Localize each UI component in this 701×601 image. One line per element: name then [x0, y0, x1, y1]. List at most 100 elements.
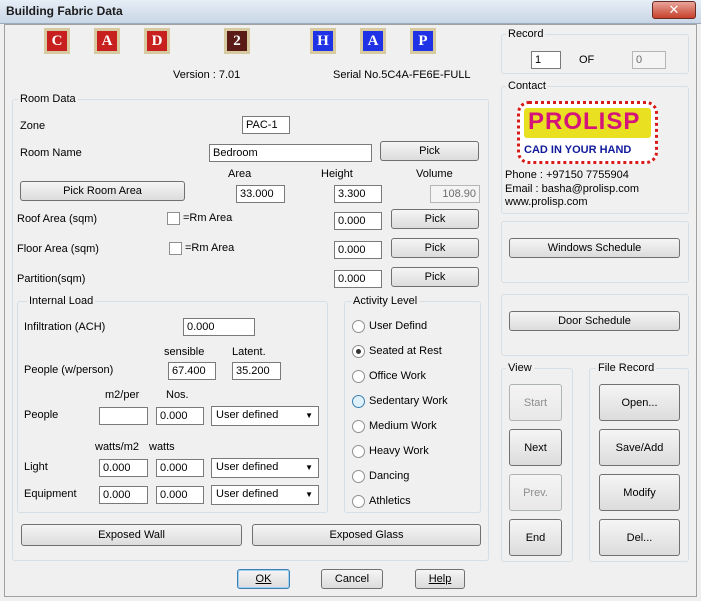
activity-label-sedentary-work: Sedentary Work: [369, 395, 448, 407]
nos-label: Nos.: [166, 389, 189, 401]
chevron-down-icon: ▼: [305, 463, 313, 472]
sensible-field[interactable]: 67.400: [168, 362, 216, 380]
logo-letter-2: 2: [224, 28, 250, 54]
ok-button-label: OK: [255, 573, 272, 585]
activity-radio-heavy-work[interactable]: [352, 445, 365, 458]
zone-field[interactable]: PAC-1: [242, 116, 290, 134]
start-button[interactable]: Start: [509, 384, 562, 421]
roof-pick-button[interactable]: Pick: [391, 209, 479, 229]
equipment-type-value: User defined: [216, 488, 279, 500]
infiltration-label: Infiltration (ACH): [24, 321, 106, 333]
logo-letter-c: C: [44, 28, 70, 54]
exposed-wall-button[interactable]: Exposed Wall: [21, 524, 242, 546]
activity-radio-medium-work[interactable]: [352, 420, 365, 433]
next-button[interactable]: Next: [509, 429, 562, 466]
prolisp-logo-text: PROLISP: [528, 108, 641, 135]
window-title: Building Fabric Data: [6, 4, 123, 18]
contact-email: Email : basha@prolisp.com: [505, 183, 640, 195]
area-label: Area: [228, 168, 252, 180]
partition-pick-button[interactable]: Pick: [391, 267, 479, 287]
pick-room-area-button[interactable]: Pick Room Area: [20, 181, 185, 201]
modify-button[interactable]: Modify: [599, 474, 680, 511]
latent-field[interactable]: 35.200: [232, 362, 281, 380]
contact-title: Contact: [506, 80, 548, 92]
door-schedule-button[interactable]: Door Schedule: [509, 311, 680, 331]
light-type-value: User defined: [216, 461, 279, 473]
help-button-label: Help: [428, 573, 452, 585]
version-label: Version : 7.01: [173, 69, 241, 81]
people-wperson-label: People (w/person): [24, 364, 114, 376]
logo-letter-a: A: [94, 28, 120, 54]
activity-level-group: [344, 301, 481, 513]
ok-button[interactable]: OK: [237, 569, 290, 589]
floor-area-label: Floor Area (sqm): [17, 243, 99, 255]
exposed-glass-button[interactable]: Exposed Glass: [252, 524, 481, 546]
activity-label-seated-at-rest: Seated at Rest: [369, 345, 442, 357]
people-type-value: User defined: [216, 409, 279, 421]
floor-rm-area-label: =Rm Area: [185, 242, 235, 254]
end-button[interactable]: End: [509, 519, 562, 556]
room-name-label: Room Name: [20, 147, 82, 159]
delete-button[interactable]: Del...: [599, 519, 680, 556]
activity-radio-dancing[interactable]: [352, 470, 365, 483]
equipment-type-dropdown[interactable]: User defined ▼: [211, 485, 319, 505]
people-nos-field[interactable]: 0.000: [156, 407, 204, 425]
windows-schedule-button[interactable]: Windows Schedule: [509, 238, 680, 258]
internal-load-title: Internal Load: [27, 295, 96, 307]
room-name-pick-button[interactable]: Pick: [380, 141, 479, 161]
area-field[interactable]: 33.000: [236, 185, 285, 203]
floor-pick-button[interactable]: Pick: [391, 238, 479, 258]
record-title: Record: [506, 28, 546, 40]
roof-area-label: Roof Area (sqm): [17, 213, 98, 225]
record-current-field[interactable]: 1: [531, 51, 561, 69]
chevron-down-icon: ▼: [305, 411, 313, 420]
file-record-title: File Record: [596, 362, 657, 374]
save-add-button[interactable]: Save/Add: [599, 429, 680, 466]
light-watts-field[interactable]: 0.000: [156, 459, 204, 477]
prolisp-tagline: CAD IN YOUR HAND: [524, 144, 632, 156]
logo-letter-h: H: [310, 28, 336, 54]
room-name-field[interactable]: Bedroom: [209, 144, 372, 162]
activity-label-athletics: Athletics: [369, 495, 411, 507]
volume-label: Volume: [416, 168, 453, 180]
open-button[interactable]: Open...: [599, 384, 680, 421]
sensible-label: sensible: [164, 346, 205, 358]
light-type-dropdown[interactable]: User defined ▼: [211, 458, 319, 478]
prev-button[interactable]: Prev.: [509, 474, 562, 511]
people-m2per-field[interactable]: [99, 407, 148, 425]
wattsm2-label: watts/m2: [95, 441, 140, 453]
chevron-down-icon: ▼: [305, 490, 313, 499]
light-wattsm2-field[interactable]: 0.000: [99, 459, 148, 477]
activity-label-dancing: Dancing: [369, 470, 410, 482]
height-label: Height: [321, 168, 353, 180]
contact-phone: Phone : +97150 7755904: [505, 169, 629, 181]
logo-letter-a2: A: [360, 28, 386, 54]
height-field[interactable]: 3.300: [334, 185, 382, 203]
activity-radio-sedentary-work[interactable]: [352, 395, 365, 408]
equipment-watts-field[interactable]: 0.000: [156, 486, 204, 504]
activity-radio-seated-at-rest[interactable]: [352, 345, 365, 358]
floor-rm-area-checkbox[interactable]: [169, 242, 182, 255]
m2per-label: m2/per: [105, 389, 140, 401]
roof-area-field[interactable]: 0.000: [334, 212, 382, 230]
activity-radio-athletics[interactable]: [352, 495, 365, 508]
equipment-wattsm2-field[interactable]: 0.000: [99, 486, 148, 504]
cancel-button[interactable]: Cancel: [321, 569, 383, 589]
activity-radio-user-defind[interactable]: [352, 320, 365, 333]
close-button[interactable]: ✕: [652, 1, 696, 19]
serial-label: Serial No.5C4A-FE6E-FULL: [333, 69, 471, 81]
activity-label-medium-work: Medium Work: [369, 420, 437, 432]
help-button[interactable]: Help: [415, 569, 465, 589]
record-total-field: 0: [632, 51, 666, 69]
room-data-title: Room Data: [18, 93, 78, 105]
floor-area-field[interactable]: 0.000: [334, 241, 382, 259]
roof-rm-area-checkbox[interactable]: [167, 212, 180, 225]
partition-label: Partition(sqm): [17, 273, 86, 285]
activity-radio-office-work[interactable]: [352, 370, 365, 383]
infiltration-field[interactable]: 0.000: [183, 318, 255, 336]
partition-field[interactable]: 0.000: [334, 270, 382, 288]
roof-rm-area-label: =Rm Area: [183, 212, 233, 224]
record-of-label: OF: [579, 54, 595, 66]
light-label: Light: [24, 461, 48, 473]
people-type-dropdown[interactable]: User defined ▼: [211, 406, 319, 426]
